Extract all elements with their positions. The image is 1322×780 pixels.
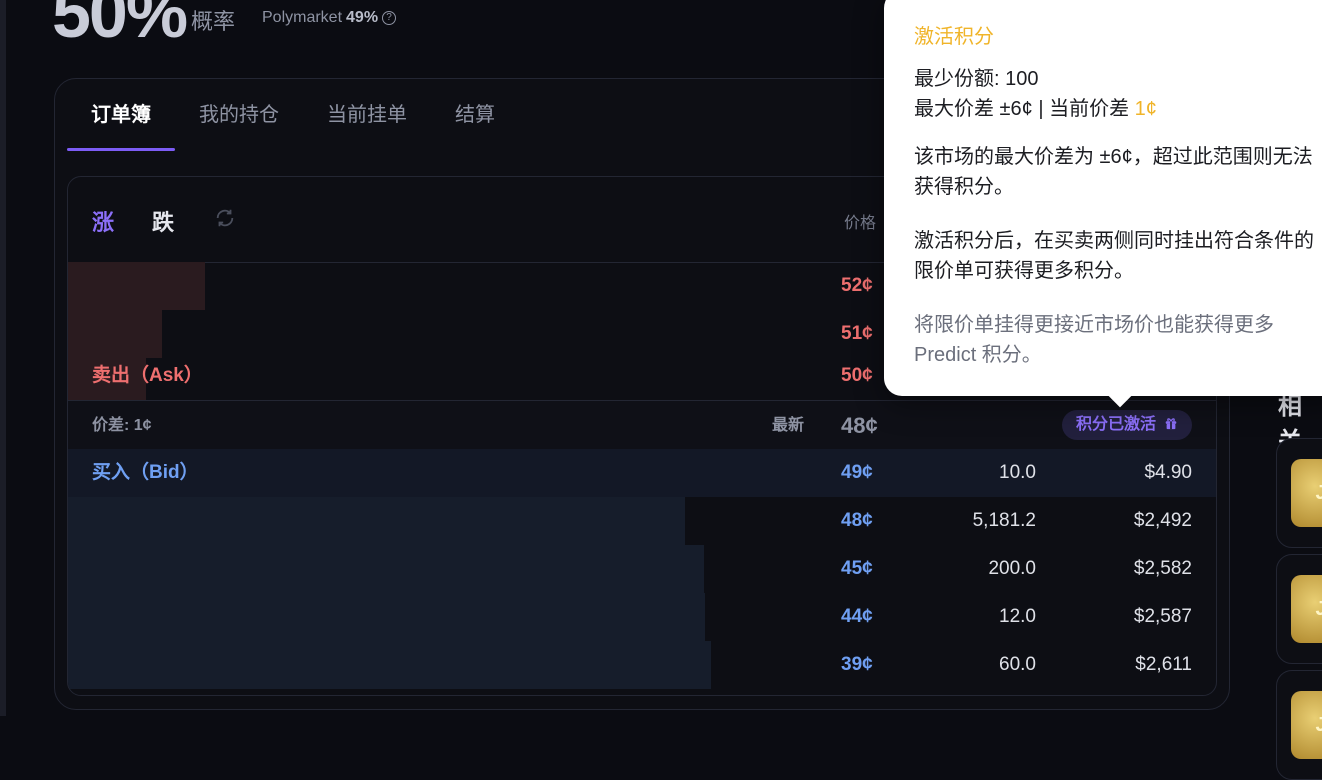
depth-bar [68, 310, 162, 358]
bid-total: $4.90 [1144, 462, 1192, 483]
spread-value: 价差: 1¢ [92, 417, 152, 434]
left-rail [0, 0, 6, 716]
polymarket-value: 49% [346, 9, 379, 26]
gift-icon [1164, 410, 1178, 440]
popover-title: 激活积分 [914, 26, 994, 48]
refresh-icon[interactable] [214, 207, 236, 229]
bid-row[interactable]: 48¢ 5,181.2 $2,492 [68, 497, 1216, 545]
ask-section-label: 卖出（Ask） [92, 365, 203, 386]
market-thumbnail: J [1291, 575, 1322, 643]
bid-quantity: 200.0 [988, 558, 1036, 579]
depth-bar [68, 262, 205, 310]
tab-bar: 订单簿 我的持仓 当前挂单 结算 [67, 79, 519, 151]
bid-row[interactable]: 买入（Bid） 49¢ 10.0 $4.90 [68, 449, 1216, 497]
bid-total: $2,492 [1133, 510, 1192, 531]
ask-price: 52¢ [841, 275, 873, 296]
spread-info: 最大价差 ±6¢ | 当前价差 1¢ [914, 92, 1157, 121]
depth-bar [68, 545, 704, 593]
market-thumbnail: J [1291, 691, 1322, 759]
side-toggle-up[interactable]: 涨 [92, 205, 114, 237]
bid-section-label: 买入（Bid） [92, 462, 199, 483]
related-market-card[interactable]: J [1276, 554, 1322, 664]
tab-my-positions[interactable]: 我的持仓 [175, 79, 303, 151]
bid-price: 39¢ [841, 654, 873, 675]
points-info-popover: 激活积分 最少份额: 100 最大价差 ±6¢ | 当前价差 1¢ 该市场的最大… [884, 0, 1322, 408]
related-market-card[interactable]: J [1276, 670, 1322, 780]
spread-row: 价差: 1¢ 最新 48¢ 积分已激活 [68, 400, 1216, 451]
bid-price: 49¢ [841, 462, 873, 483]
bid-total: $2,587 [1133, 606, 1192, 627]
depth-bar [68, 593, 705, 641]
polymarket-reference: Polymarket 49% ? [262, 9, 397, 27]
latest-label: 最新 [772, 417, 805, 434]
bid-row[interactable]: 45¢ 200.0 $2,582 [68, 545, 1216, 593]
bid-quantity: 10.0 [999, 462, 1036, 483]
ask-price: 51¢ [841, 323, 873, 344]
market-thumbnail: J [1291, 459, 1322, 527]
bid-quantity: 5,181.2 [972, 510, 1036, 531]
popover-paragraph: 激活积分后，在买卖两侧同时挂出符合条件的限价单可获得更多积分。 [914, 230, 1314, 282]
max-spread-text: 最大价差 ±6¢ | 当前价差 [914, 98, 1135, 120]
popover-paragraph: 将限价单挂得更接近市场价也能获得更多 Predict 积分。 [914, 314, 1274, 366]
polymarket-label: Polymarket [262, 9, 343, 26]
bid-quantity: 60.0 [999, 654, 1036, 675]
points-badge-label: 积分已激活 [1075, 416, 1156, 433]
tab-settlement[interactable]: 结算 [431, 79, 519, 151]
bid-quantity: 12.0 [999, 606, 1036, 627]
tab-open-orders[interactable]: 当前挂单 [303, 79, 431, 151]
probability-label: 概率 [191, 9, 236, 34]
depth-bar [68, 497, 685, 545]
bid-price: 48¢ [841, 510, 873, 531]
depth-bar [68, 641, 711, 689]
column-header-price: 价格 [844, 215, 877, 232]
min-shares: 最少份额: 100 [914, 68, 1039, 90]
bid-row[interactable]: 44¢ 12.0 $2,587 [68, 593, 1216, 641]
bid-price: 44¢ [841, 606, 873, 627]
points-active-badge[interactable]: 积分已激活 [1061, 410, 1192, 440]
current-spread: 1¢ [1134, 98, 1157, 120]
probability-value: 50% [52, 0, 188, 52]
bid-total: $2,611 [1135, 654, 1192, 675]
tab-orderbook[interactable]: 订单簿 [67, 79, 175, 151]
side-toggle-down[interactable]: 跌 [152, 205, 174, 237]
ask-price: 50¢ [841, 365, 873, 386]
popover-paragraph: 该市场的最大价差为 ±6¢，超过此范围则无法获得积分。 [914, 146, 1313, 198]
bid-total: $2,582 [1133, 558, 1192, 579]
bid-price: 45¢ [841, 558, 873, 579]
help-icon[interactable]: ? [382, 11, 397, 25]
bid-row[interactable]: 39¢ 60.0 $2,611 [68, 641, 1216, 689]
last-price: 48¢ [841, 413, 878, 438]
related-market-card[interactable]: J [1276, 438, 1322, 548]
